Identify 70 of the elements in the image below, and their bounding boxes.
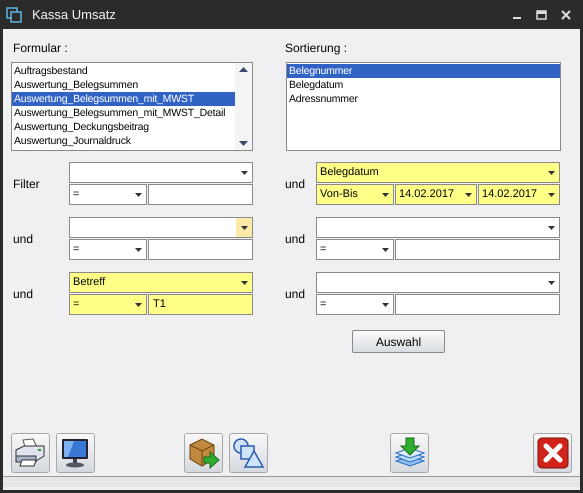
list-item[interactable]: Adressnummer [287,92,560,106]
scroll-down-icon[interactable] [239,141,248,146]
list-item[interactable]: Auswertung_Deckungsbeitrag [12,120,235,134]
field-dropdown[interactable] [316,272,560,293]
formular-label: Formular : [12,40,69,57]
layers-arrow-icon [394,437,426,469]
shapes-icon [232,437,264,469]
window-icon [6,6,22,22]
scroll-up-icon[interactable] [239,67,248,72]
caret-icon [134,192,142,196]
sortierung-label: Sortierung : [285,40,348,57]
operator-dropdown[interactable]: = [69,184,147,205]
filter-label: und [285,176,306,192]
list-item[interactable]: Auswertung_Belegsummen [12,78,235,92]
value-field[interactable] [395,294,560,315]
field-dropdown[interactable]: Betreff [69,272,253,293]
list-item[interactable]: Auswertung_Belegsummen_mit_MWST_Detail [12,106,235,120]
caret-icon [548,192,554,196]
import-button[interactable] [390,433,430,473]
maximize-icon[interactable] [536,10,547,20]
operator-dropdown[interactable]: = [316,294,394,315]
field-dropdown[interactable]: Belegdatum [316,162,560,183]
caret-icon [240,170,248,174]
list-item[interactable]: Auswertung_Belegsummen_mit_MWST [12,92,235,106]
value-field[interactable] [148,239,253,260]
print-button[interactable] [11,433,50,473]
caret-icon [382,302,388,306]
monitor-icon [61,438,90,468]
caret-icon [548,170,554,174]
shapes-button[interactable] [229,433,268,473]
select-button[interactable]: Auswahl [352,330,445,353]
value-field[interactable] [395,239,560,260]
caret-icon [382,192,388,196]
caret-icon [382,248,388,252]
list-item[interactable]: Auswertung_Journaldruck [12,134,235,148]
operator-dropdown[interactable]: = [316,239,394,260]
caret-icon [548,280,554,284]
close-button[interactable] [533,433,572,473]
caret-icon [240,280,248,284]
caret-icon [548,226,554,230]
filter-label: und [13,286,34,302]
date-dropdown[interactable]: 14.02.2017 [478,184,560,205]
close-icon[interactable] [561,10,571,20]
screen-button[interactable] [56,433,95,473]
close-icon [536,437,569,469]
field-dropdown[interactable] [69,162,253,183]
value-field[interactable] [148,184,253,205]
field-dropdown[interactable] [69,217,253,238]
filter-label: und [285,286,306,302]
window-title: Kassa Umsatz [32,6,117,24]
operator-dropdown[interactable]: = [69,294,147,315]
export-button[interactable] [184,433,224,473]
caret-icon [134,302,142,306]
field-dropdown[interactable] [316,217,560,238]
box-arrow-icon [188,437,220,469]
date-dropdown[interactable]: 14.02.2017 [395,184,477,205]
filter-label: und [285,230,306,248]
value-field[interactable]: T1 [148,294,253,315]
filter-label: Filter [13,176,41,192]
caret-icon [134,248,142,252]
operator-dropdown[interactable]: = [69,239,147,260]
caret-icon [240,226,248,230]
operator-dropdown[interactable]: Von-Bis [316,184,394,205]
filter-label: und [13,230,34,248]
scrollbar[interactable] [235,63,252,150]
list-item[interactable]: Auftragsbestand [12,64,235,78]
caret-icon [464,192,472,196]
list-item[interactable]: Belegdatum [287,78,560,92]
list-item[interactable]: Belegnummer [287,64,560,78]
printer-icon [14,438,46,468]
